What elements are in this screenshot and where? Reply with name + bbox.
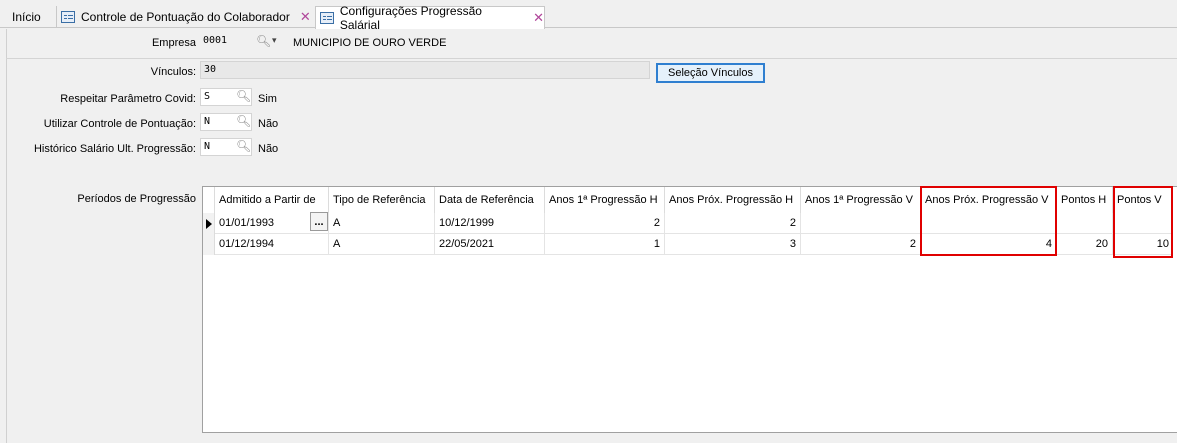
covid-label: Respeitar Parâmetro Covid:: [60, 93, 196, 105]
table-cell[interactable]: [801, 213, 921, 234]
vinculos-field: 30: [200, 61, 650, 79]
table-cell[interactable]: 22/05/2021: [435, 234, 545, 255]
table-cell[interactable]: A: [329, 213, 435, 234]
table-cell[interactable]: 2: [801, 234, 921, 255]
selecao-vinculos-button[interactable]: Seleção Vínculos: [656, 63, 765, 83]
highlight-anos-prox-progressao-v: [920, 186, 1057, 256]
empresa-label: Empresa: [151, 37, 196, 49]
grid-corner: [203, 187, 215, 213]
tab-label: Início: [12, 10, 41, 24]
row-selector[interactable]: [203, 234, 215, 255]
dropdown-icon[interactable]: ▾: [272, 35, 277, 46]
tab-label: Configurações Progressão Salárial: [339, 4, 482, 32]
search-icon[interactable]: 🔍︎: [256, 34, 271, 48]
vinculos-label: Vínculos:: [150, 66, 196, 78]
tab-bar: Início Controle de Pontuação do Colabora…: [0, 0, 1177, 32]
periodos-label: Períodos de Progressão: [77, 193, 196, 205]
table-cell[interactable]: 10/12/1999: [435, 213, 545, 234]
search-icon[interactable]: 🔍︎: [236, 139, 251, 153]
close-icon[interactable]: ✕: [300, 9, 311, 25]
pontuacao-label: Utilizar Controle de Pontuação:: [43, 118, 196, 130]
row-selector[interactable]: [203, 213, 215, 234]
historico-text: Não: [258, 143, 279, 155]
col-header-data[interactable]: Data de Referência: [435, 187, 545, 213]
table-cell[interactable]: 20: [1057, 234, 1113, 255]
col-header-anos1v[interactable]: Anos 1ª Progressão V: [801, 187, 921, 213]
empresa-name: MUNICIPIO DE OURO VERDE: [293, 37, 447, 49]
form-icon: [61, 11, 75, 23]
covid-text: Sim: [258, 93, 277, 105]
tab-inicio[interactable]: Início: [12, 6, 41, 28]
table-cell[interactable]: 01/12/1994: [215, 234, 329, 255]
tab-configuracoes-progressao[interactable]: Configurações Progressão Salárial ✕: [315, 4, 545, 32]
current-row-icon: [206, 219, 212, 229]
table-cell[interactable]: 2: [545, 213, 665, 234]
form-icon: [320, 12, 334, 24]
col-header-anosproxh[interactable]: Anos Próx. Progressão H: [665, 187, 801, 213]
search-icon[interactable]: 🔍︎: [236, 89, 251, 103]
table-cell[interactable]: 3: [665, 234, 801, 255]
tab-controle-pontuacao[interactable]: Controle de Pontuação do Colaborador ✕: [56, 6, 315, 28]
search-icon[interactable]: 🔍︎: [236, 114, 251, 128]
ellipsis-button[interactable]: ...: [310, 212, 328, 231]
col-header-pontosh[interactable]: Pontos H: [1057, 187, 1113, 213]
table-cell[interactable]: 1: [545, 234, 665, 255]
col-header-admitido[interactable]: Admitido a Partir de: [215, 187, 329, 213]
col-header-tipo[interactable]: Tipo de Referência: [329, 187, 435, 213]
tab-label: Controle de Pontuação do Colaborador: [81, 10, 290, 24]
divider: [6, 58, 1177, 59]
close-icon[interactable]: ✕: [533, 10, 544, 26]
table-cell[interactable]: [1057, 213, 1113, 234]
highlight-pontos-v: [1113, 186, 1173, 258]
table-cell[interactable]: 2: [665, 213, 801, 234]
historico-label: Histórico Salário Ult. Progressão:: [33, 143, 196, 155]
table-cell[interactable]: A: [329, 234, 435, 255]
col-header-anos1h[interactable]: Anos 1ª Progressão H: [545, 187, 665, 213]
pontuacao-text: Não: [258, 118, 279, 130]
